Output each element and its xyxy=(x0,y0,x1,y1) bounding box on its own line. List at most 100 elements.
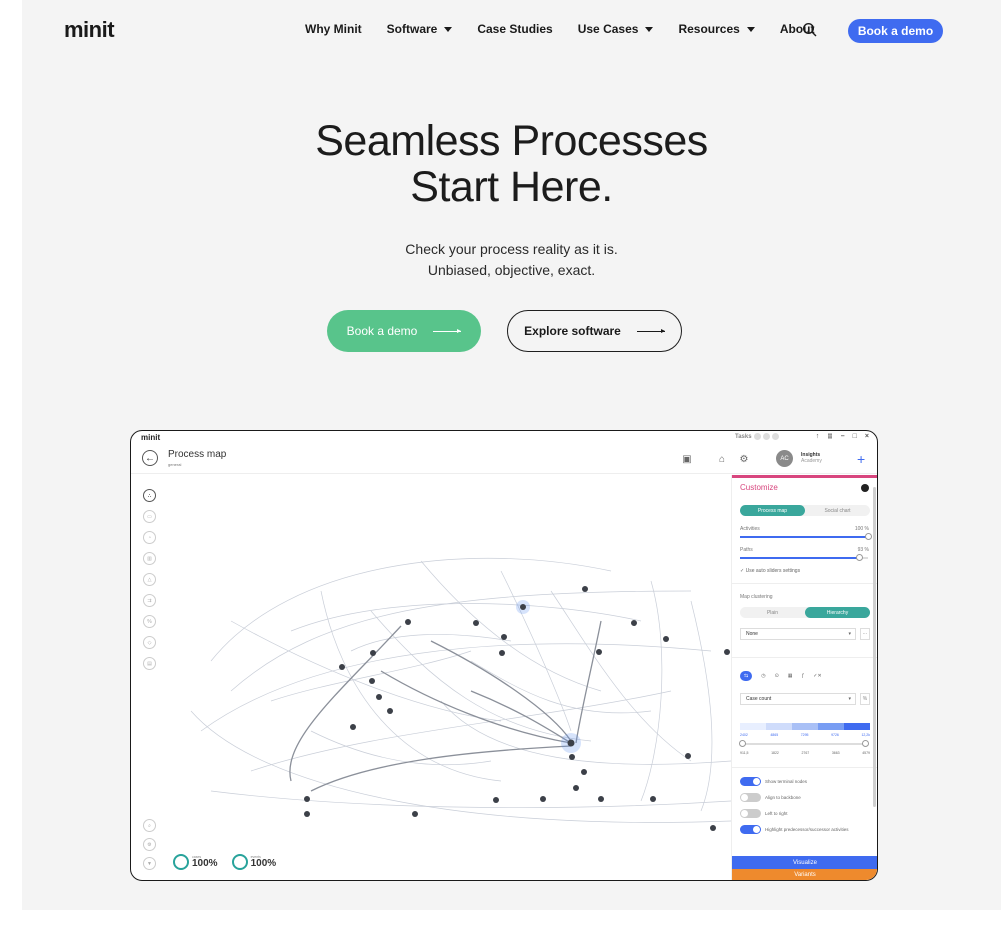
button-label: Explore software xyxy=(524,324,621,338)
nav-use-cases[interactable]: Use Cases xyxy=(578,22,654,36)
clustering-plain[interactable]: Plain xyxy=(740,607,805,618)
checkbox-label: Use auto sliders settings xyxy=(745,568,801,574)
table-icon[interactable]: ▭ xyxy=(143,510,156,523)
zoom-icon[interactable]: ⌕ xyxy=(143,819,156,832)
cases-ring xyxy=(173,854,189,870)
close-icon[interactable]: × xyxy=(865,433,869,441)
shape-icon[interactable]: ◇ xyxy=(143,636,156,649)
home-icon[interactable]: ⌂ xyxy=(716,453,728,465)
route-icon[interactable]: ⇉ xyxy=(143,594,156,607)
process-map-title: Process map xyxy=(168,449,227,460)
clustering-hierarchy[interactable]: Hierarchy xyxy=(805,607,870,618)
gear-icon[interactable]: ⚙ xyxy=(738,453,750,465)
paths-slider-knob[interactable] xyxy=(855,554,863,561)
nav-why-minit[interactable]: Why Minit xyxy=(305,22,362,36)
nav-software[interactable]: Software xyxy=(387,22,453,36)
scale-value: 1822 xyxy=(771,751,779,755)
account-name: Insights Academy xyxy=(801,452,822,464)
toggle-left-to-right[interactable]: Left to right xyxy=(740,809,788,818)
check-x-icon[interactable]: ✓✕ xyxy=(813,673,821,679)
clustering-select[interactable]: None xyxy=(740,628,856,640)
activities-slider-knob[interactable] xyxy=(864,533,872,540)
view-selector[interactable]: general xyxy=(168,462,181,467)
bottom-toolbar: ⌕ ⚙ ▼ xyxy=(143,819,156,870)
settings-icon[interactable]: ⚙ xyxy=(143,838,156,851)
add-icon[interactable]: + xyxy=(857,451,865,467)
nav-resources[interactable]: Resources xyxy=(678,22,755,36)
panel-close-icon[interactable] xyxy=(861,484,869,492)
grid-icon[interactable]: ⠿ xyxy=(827,433,832,441)
toggle-switch[interactable] xyxy=(740,777,761,786)
toggle-switch[interactable] xyxy=(740,809,761,818)
range-knob-left[interactable] xyxy=(739,740,746,747)
activities-slider-fill xyxy=(740,536,868,538)
search-icon[interactable] xyxy=(802,22,818,38)
function-icon[interactable]: ƒ xyxy=(802,673,805,679)
hero-title-line: Seamless Processes xyxy=(315,117,708,165)
warning-icon[interactable]: △ xyxy=(143,573,156,586)
book-demo-hero-button[interactable]: Book a demo xyxy=(327,310,481,352)
hero-subtitle-line: Check your process reality as it is. xyxy=(405,241,618,257)
book-demo-nav-button[interactable]: Book a demo xyxy=(848,19,943,43)
variants-button[interactable]: Variants xyxy=(732,869,877,880)
task-dot xyxy=(753,433,761,440)
toggle-switch[interactable] xyxy=(740,825,761,834)
paths-label: Paths xyxy=(740,547,753,553)
activities-label: Activities xyxy=(740,526,760,532)
pie-icon[interactable]: ◔ xyxy=(143,531,156,544)
scale-bottom-values: 911,5 1822 2767 3663 4579 xyxy=(740,751,870,755)
nav-label: Use Cases xyxy=(577,22,639,36)
nav-label: Case Studies xyxy=(477,22,553,36)
auto-sliders-checkbox[interactable]: ✓ Use auto sliders settings xyxy=(740,568,800,574)
hero-title-line: Start Here. xyxy=(410,163,613,211)
visualize-button[interactable]: Visualize xyxy=(732,856,877,869)
explore-software-button[interactable]: Explore software xyxy=(507,310,682,352)
upload-icon[interactable]: ↑ xyxy=(816,433,820,441)
heat-step xyxy=(818,723,844,730)
clock-icon[interactable]: ◷ xyxy=(761,673,765,679)
divider xyxy=(732,583,877,584)
main-nav: Why Minit Software Case Studies Use Case… xyxy=(305,22,839,36)
activities-slider[interactable] xyxy=(740,533,872,540)
minimize-icon[interactable]: – xyxy=(841,433,845,441)
maximize-icon[interactable]: □ xyxy=(853,433,857,441)
nav-case-studies[interactable]: Case Studies xyxy=(477,22,552,36)
more-icon[interactable]: ⋯ xyxy=(860,628,870,640)
bar-chart-icon[interactable]: ▥ xyxy=(143,552,156,565)
process-map-graph[interactable] xyxy=(171,531,741,831)
scale-value: 2402 xyxy=(740,733,748,737)
toggle-label: Show terminal nodes xyxy=(765,779,808,784)
minit-logo[interactable]: minit xyxy=(64,17,115,43)
percent-icon[interactable]: % xyxy=(143,615,156,628)
report-icon[interactable]: ▤ xyxy=(143,657,156,670)
back-arrow-icon[interactable]: ← xyxy=(142,450,158,466)
view-tabs: Process map Social chart xyxy=(740,505,870,516)
hierarchy-icon[interactable]: ⛬ xyxy=(143,489,156,502)
toggle-show-terminal-nodes[interactable]: Show terminal nodes xyxy=(740,777,807,786)
arrows-icon[interactable]: ⇆ xyxy=(740,671,753,681)
toggle-switch[interactable] xyxy=(740,793,761,802)
panel-title: Customize xyxy=(740,483,778,492)
metric-select[interactable]: Case count xyxy=(740,693,856,705)
cases-stat: cases 100% xyxy=(173,854,218,870)
calendar-icon[interactable]: ▦ xyxy=(788,673,793,679)
paths-percent: 93 % xyxy=(857,547,869,553)
range-knob-right[interactable] xyxy=(862,740,869,747)
panel-scrollbar[interactable] xyxy=(873,487,876,807)
toggle-align-to-backbone[interactable]: Align to backbone xyxy=(740,793,801,802)
filter-icon[interactable]: ▼ xyxy=(143,857,156,870)
export-icon[interactable]: ▣ xyxy=(681,453,693,465)
tab-social-chart[interactable]: Social chart xyxy=(805,505,870,516)
hero-subtitle: Check your process reality as it is. Unb… xyxy=(22,239,1001,281)
toggle-highlight-activities[interactable]: Highlight predecessor/successor activiti… xyxy=(740,825,849,834)
account-sub: Academy xyxy=(801,458,822,464)
nav-label: Why Minit xyxy=(305,22,362,36)
avatar[interactable]: AC xyxy=(776,450,793,467)
scale-range-slider[interactable] xyxy=(739,740,869,747)
paths-slider[interactable] xyxy=(740,554,868,561)
scale-value: 12,2k xyxy=(861,733,870,737)
caret-down-icon xyxy=(645,26,654,32)
percent-toggle[interactable]: % xyxy=(860,693,870,705)
tab-process-map[interactable]: Process map xyxy=(740,505,805,516)
money-icon[interactable]: ⊙ xyxy=(775,673,779,679)
